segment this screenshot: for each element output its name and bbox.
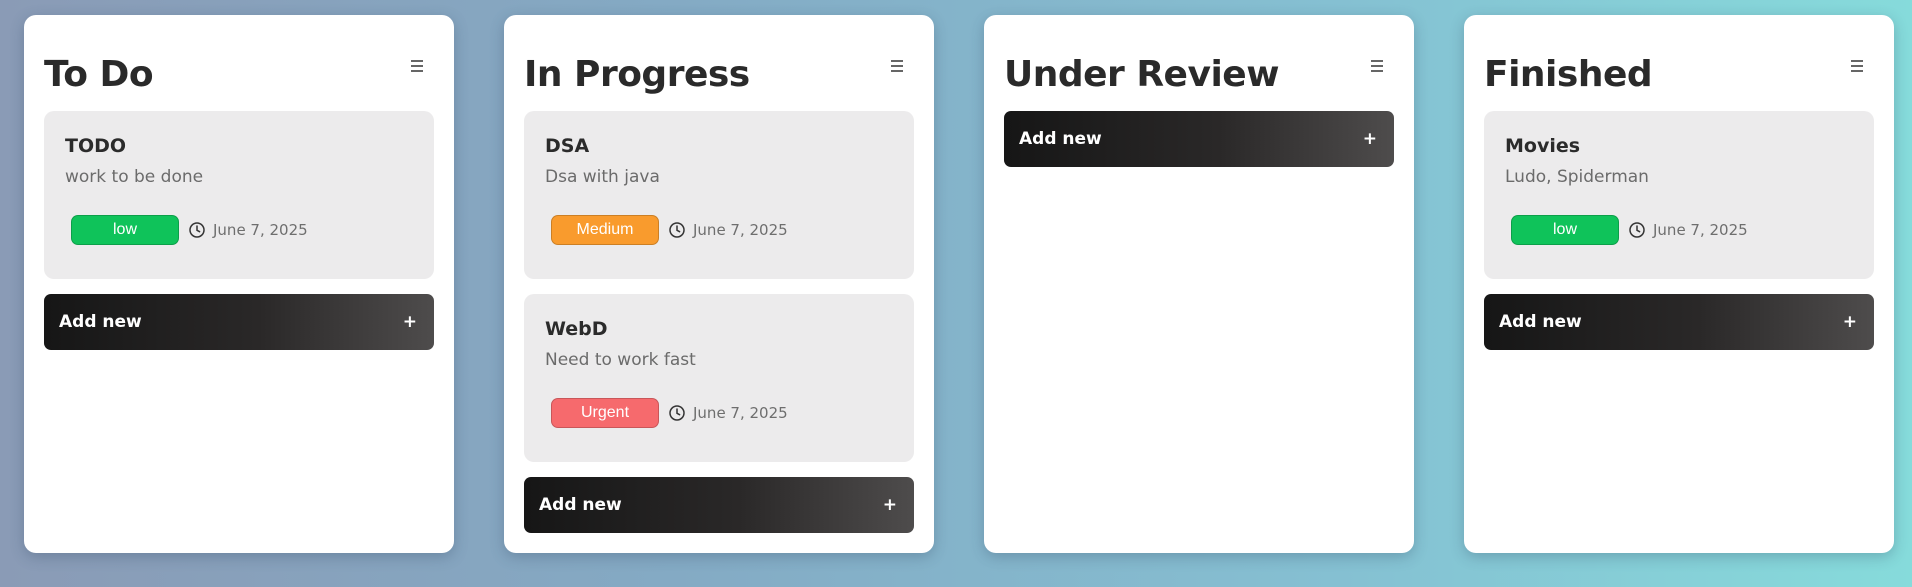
column-title: In Progress — [524, 54, 750, 95]
task-description: Dsa with java — [545, 167, 660, 187]
hamburger-menu-icon[interactable] — [1846, 55, 1868, 77]
task-meta: Medium June 7, 2025 — [551, 215, 788, 245]
column-title: Under Review — [1004, 54, 1279, 95]
column-title: Finished — [1484, 54, 1653, 95]
clock-icon — [188, 221, 206, 239]
priority-badge: Medium — [551, 215, 659, 245]
plus-icon: + — [1842, 312, 1857, 332]
add-new-button[interactable]: Add new + — [44, 294, 434, 350]
task-description: Ludo, Spiderman — [1505, 167, 1649, 187]
clock-icon — [1628, 221, 1646, 239]
task-title: WebD — [545, 318, 608, 340]
task-date: June 7, 2025 — [693, 221, 788, 239]
priority-badge: low — [71, 215, 179, 245]
hamburger-menu-icon[interactable] — [1366, 55, 1388, 77]
add-new-label: Add new — [1019, 129, 1102, 149]
task-date: June 7, 2025 — [213, 221, 308, 239]
add-new-label: Add new — [539, 495, 622, 515]
hamburger-menu-icon[interactable] — [406, 55, 428, 77]
task-description: Need to work fast — [545, 350, 696, 370]
task-card[interactable]: TODO work to be done low June 7, 2025 — [44, 111, 434, 279]
task-card[interactable]: Movies Ludo, Spiderman low June 7, 2025 — [1484, 111, 1874, 279]
clock-icon — [668, 404, 686, 422]
add-new-button[interactable]: Add new + — [1004, 111, 1394, 167]
plus-icon: + — [1362, 129, 1377, 149]
priority-badge: low — [1511, 215, 1619, 245]
task-title: TODO — [65, 135, 127, 157]
column-header: To Do — [44, 15, 434, 111]
task-card[interactable]: WebD Need to work fast Urgent June 7, 20… — [524, 294, 914, 462]
column-title: To Do — [44, 54, 154, 95]
task-meta: low June 7, 2025 — [71, 215, 308, 245]
task-date: June 7, 2025 — [1653, 221, 1748, 239]
task-card[interactable]: DSA Dsa with java Medium June 7, 2025 — [524, 111, 914, 279]
column-finished: Finished Movies Ludo, Spiderman low June… — [1464, 15, 1894, 553]
task-description: work to be done — [65, 167, 204, 187]
task-meta: Urgent June 7, 2025 — [551, 398, 788, 428]
clock-icon — [668, 221, 686, 239]
hamburger-menu-icon[interactable] — [886, 55, 908, 77]
plus-icon: + — [882, 495, 897, 515]
kanban-board: To Do TODO work to be done low June 7, 2… — [0, 0, 1912, 587]
column-to-do: To Do TODO work to be done low June 7, 2… — [24, 15, 454, 553]
task-title: DSA — [545, 135, 590, 157]
task-title: Movies — [1505, 135, 1581, 157]
add-new-button[interactable]: Add new + — [524, 477, 914, 533]
add-new-label: Add new — [59, 312, 142, 332]
task-date: June 7, 2025 — [693, 404, 788, 422]
column-under-review: Under Review Add new + — [984, 15, 1414, 553]
column-in-progress: In Progress DSA Dsa with java Medium Jun… — [504, 15, 934, 553]
add-new-button[interactable]: Add new + — [1484, 294, 1874, 350]
column-header: Under Review — [1004, 15, 1394, 111]
column-header: In Progress — [524, 15, 914, 111]
priority-badge: Urgent — [551, 398, 659, 428]
column-header: Finished — [1484, 15, 1874, 111]
task-meta: low June 7, 2025 — [1511, 215, 1748, 245]
plus-icon: + — [402, 312, 417, 332]
add-new-label: Add new — [1499, 312, 1582, 332]
